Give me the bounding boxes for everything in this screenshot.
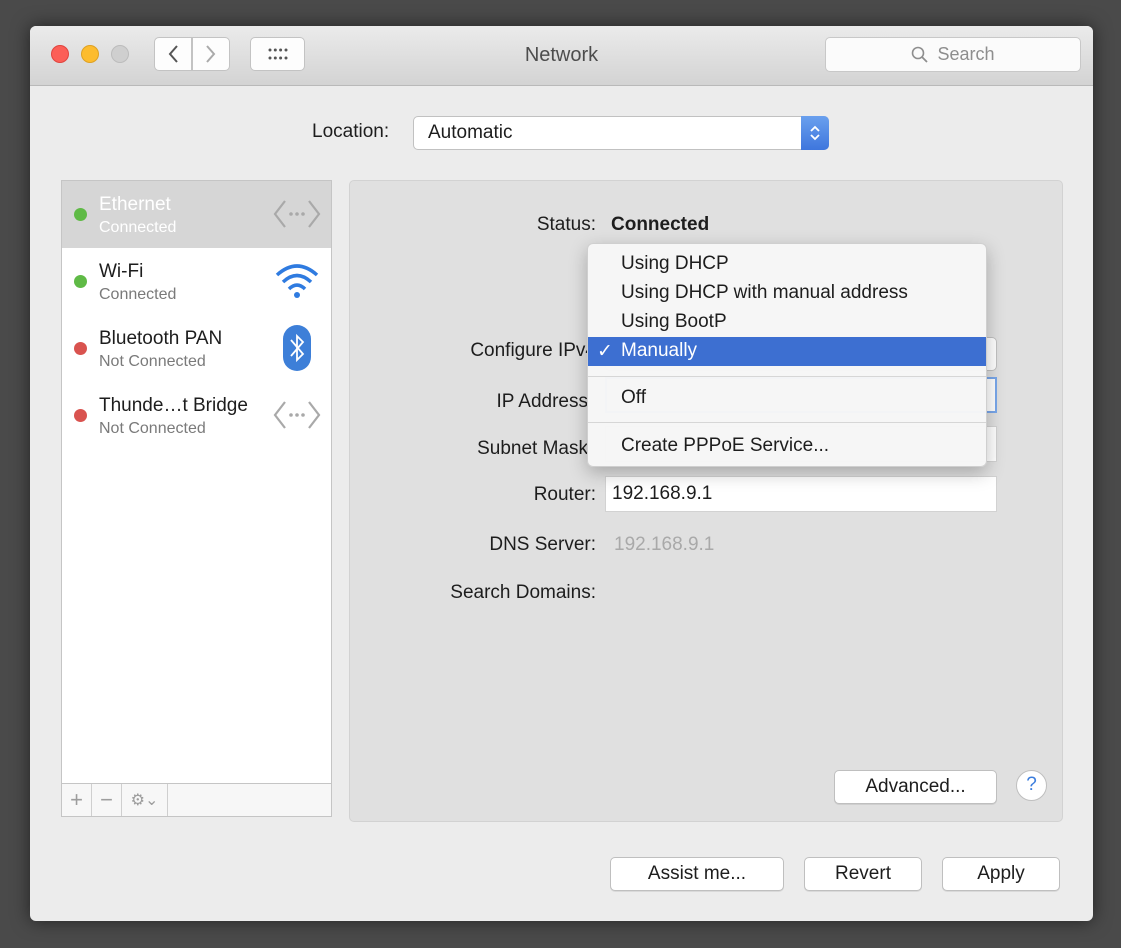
- apply-button[interactable]: Apply: [942, 857, 1060, 891]
- search-icon: [912, 46, 929, 63]
- status-dot: [74, 208, 87, 221]
- service-status: Connected: [99, 286, 177, 303]
- location-popup[interactable]: Automatic: [413, 116, 829, 150]
- configure-ipv4-label: Configure IPv4: [470, 340, 596, 361]
- service-status: Not Connected: [99, 420, 206, 437]
- menu-item-label: Off: [621, 387, 646, 408]
- ethernet-icon: [273, 193, 321, 235]
- add-service-button[interactable]: +: [62, 784, 92, 816]
- help-button[interactable]: ?: [1016, 770, 1047, 801]
- router-field[interactable]: 192.168.9.1: [605, 476, 997, 512]
- menu-item-label: Create PPPoE Service...: [621, 435, 830, 456]
- service-bluetooth-pan[interactable]: Bluetooth PAN Not Connected: [62, 315, 331, 382]
- ip-address-label: IP Address: [496, 391, 588, 412]
- menu-item-using-dhcp[interactable]: Using DHCP: [588, 250, 986, 279]
- menu-item-manually[interactable]: ✓ Manually: [588, 337, 986, 366]
- service-thunderbolt-bridge[interactable]: Thunde…t Bridge Not Connected: [62, 382, 331, 449]
- menu-item-label: Using DHCP: [621, 253, 729, 274]
- wifi-icon: [273, 260, 321, 302]
- search-placeholder: Search: [937, 44, 995, 64]
- service-list: Ethernet Connected Wi-Fi Connected Bluet…: [61, 180, 332, 817]
- advanced-button[interactable]: Advanced...: [834, 770, 997, 804]
- bluetooth-icon: [273, 325, 321, 371]
- gear-menu-button[interactable]: ⚙︎⌄: [122, 784, 168, 816]
- menu-item-create-pppoe[interactable]: Create PPPoE Service...: [588, 432, 986, 461]
- assist-me-button[interactable]: Assist me...: [610, 857, 784, 891]
- search-field[interactable]: Search: [825, 37, 1081, 72]
- ethernet-icon: [273, 394, 321, 436]
- router-label: Router:: [533, 484, 596, 505]
- location-label: Location:: [312, 121, 390, 142]
- status-dot: [74, 275, 87, 288]
- dns-server-value: 192.168.9.1: [614, 534, 715, 555]
- service-name: Ethernet: [99, 194, 171, 215]
- popup-arrows-icon: [801, 116, 829, 150]
- menu-item-off[interactable]: Off: [588, 384, 986, 413]
- service-name: Bluetooth PAN: [99, 328, 223, 349]
- menu-separator: [588, 422, 986, 423]
- service-status: Connected: [99, 219, 177, 236]
- service-ethernet[interactable]: Ethernet Connected: [62, 181, 331, 248]
- status-label: Status:: [536, 214, 596, 235]
- revert-button[interactable]: Revert: [804, 857, 922, 891]
- title-bar: Network Search: [30, 26, 1093, 86]
- status-dot: [74, 342, 87, 355]
- service-name: Thunde…t Bridge: [99, 395, 248, 416]
- service-list-toolbar: + − ⚙︎⌄: [62, 783, 331, 816]
- remove-service-button[interactable]: −: [92, 784, 122, 816]
- status-value: Connected: [611, 214, 710, 235]
- service-status: Not Connected: [99, 353, 206, 370]
- configure-ipv4-menu: Using DHCP Using DHCP with manual addres…: [587, 243, 987, 467]
- dns-server-label: DNS Server:: [489, 534, 596, 555]
- service-wifi[interactable]: Wi-Fi Connected: [62, 248, 331, 315]
- menu-item-dhcp-manual[interactable]: Using DHCP with manual address: [588, 279, 986, 308]
- menu-item-bootp[interactable]: Using BootP: [588, 308, 986, 337]
- menu-item-label: Manually: [621, 340, 698, 361]
- service-name: Wi-Fi: [99, 261, 144, 282]
- network-window: Network Search Location: Automatic Ether…: [30, 26, 1093, 921]
- menu-item-label: Using DHCP with manual address: [621, 282, 908, 303]
- status-dot: [74, 409, 87, 422]
- location-value: Automatic: [428, 122, 513, 143]
- menu-item-label: Using BootP: [621, 311, 727, 332]
- menu-separator: [588, 376, 986, 377]
- subnet-mask-label: Subnet Mask: [477, 438, 588, 459]
- checkmark-icon: ✓: [597, 341, 613, 362]
- search-domains-label: Search Domains:: [450, 582, 596, 603]
